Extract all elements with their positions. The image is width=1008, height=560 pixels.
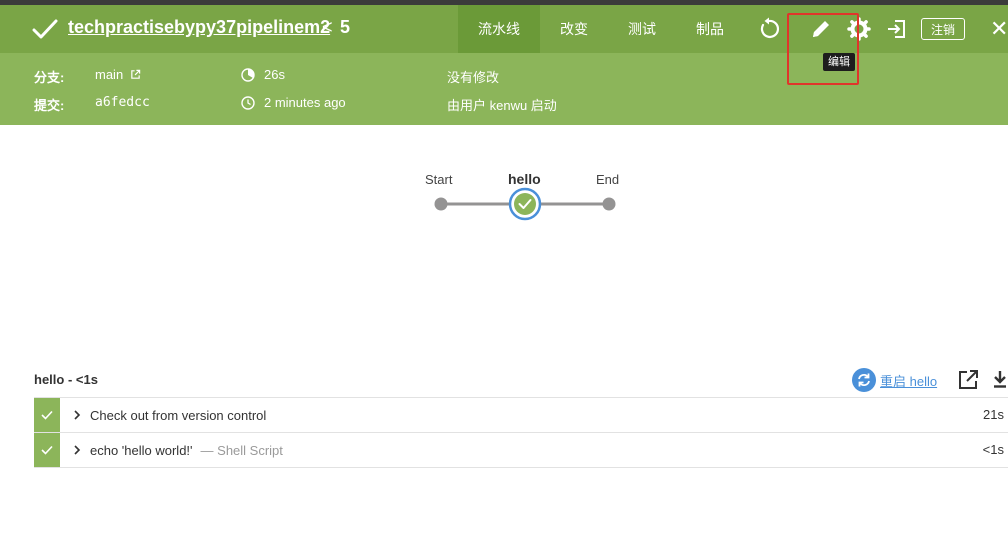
commit-label: 提交: bbox=[34, 98, 65, 113]
annotation-highlight-box bbox=[787, 13, 859, 85]
node-label-start: Start bbox=[425, 172, 453, 187]
step-row[interactable]: Check out from version control 21s bbox=[34, 398, 1008, 433]
node-label-end: End bbox=[596, 172, 620, 187]
stage-node-hello[interactable] bbox=[508, 187, 542, 221]
tab-changes[interactable]: 改变 bbox=[540, 5, 608, 53]
commit-hash: a6fedcc bbox=[95, 95, 150, 110]
download-icon[interactable] bbox=[992, 370, 1008, 390]
tab-tests[interactable]: 测试 bbox=[608, 5, 676, 53]
header-tabs: 流水线 改变 测试 制品 bbox=[458, 5, 744, 53]
duration-icon bbox=[241, 68, 255, 82]
success-check-icon bbox=[32, 19, 58, 39]
chevron-right-icon[interactable] bbox=[72, 445, 82, 455]
branch-label: 分支: bbox=[34, 70, 65, 85]
restart-icon bbox=[852, 368, 876, 392]
branch-link[interactable]: main bbox=[95, 67, 141, 82]
clock-icon bbox=[241, 96, 255, 110]
time-ago: 2 minutes ago bbox=[264, 95, 346, 110]
exit-icon[interactable] bbox=[885, 17, 909, 41]
pipeline-graph: Start hello End bbox=[420, 168, 640, 228]
start-node bbox=[434, 197, 448, 211]
check-icon bbox=[41, 445, 53, 455]
step-name: echo 'hello world!' bbox=[90, 442, 193, 458]
step-name: Check out from version control bbox=[90, 407, 267, 423]
duration-value: 26s bbox=[264, 67, 285, 82]
end-node bbox=[602, 197, 616, 211]
restart-stage-link[interactable]: 重启 hello bbox=[852, 368, 937, 392]
step-success-status bbox=[34, 398, 60, 432]
close-button[interactable]: ✕ bbox=[990, 17, 1008, 41]
step-list: Check out from version control 21s echo … bbox=[34, 397, 1008, 468]
started-by-text: 由用户 kenwu 启动 bbox=[447, 98, 557, 113]
run-number-separator: < bbox=[322, 17, 333, 37]
restart-stage-label: 重启 hello bbox=[880, 373, 938, 389]
replay-icon[interactable] bbox=[757, 17, 781, 41]
branch-value: main bbox=[95, 67, 124, 82]
chevron-right-icon[interactable] bbox=[72, 410, 82, 420]
tab-pipeline[interactable]: 流水线 bbox=[458, 5, 540, 53]
node-label-hello[interactable]: hello bbox=[508, 171, 541, 187]
step-success-status bbox=[34, 433, 60, 467]
open-external-icon[interactable] bbox=[958, 370, 980, 390]
changes-text: 没有修改 bbox=[447, 70, 500, 85]
check-icon bbox=[41, 410, 53, 420]
logout-button[interactable]: 注销 bbox=[921, 18, 965, 40]
edit-tooltip: 编辑 bbox=[823, 53, 855, 71]
step-duration: <1s bbox=[982, 442, 1004, 457]
step-description: — Shell Script bbox=[200, 442, 283, 458]
stage-detail-title: hello - <1s bbox=[34, 372, 98, 387]
run-number: 5 bbox=[340, 17, 351, 37]
step-duration: 21s bbox=[983, 407, 1004, 422]
tab-artifacts[interactable]: 制品 bbox=[676, 5, 744, 53]
run-header: techpractisebypy37pipelinem2 < 5 流水线 改变 … bbox=[0, 5, 1008, 125]
step-row[interactable]: echo 'hello world!' — Shell Script <1s bbox=[34, 433, 1008, 468]
external-link-icon bbox=[131, 69, 141, 79]
run-title-link[interactable]: techpractisebypy37pipelinem2 bbox=[68, 17, 330, 38]
